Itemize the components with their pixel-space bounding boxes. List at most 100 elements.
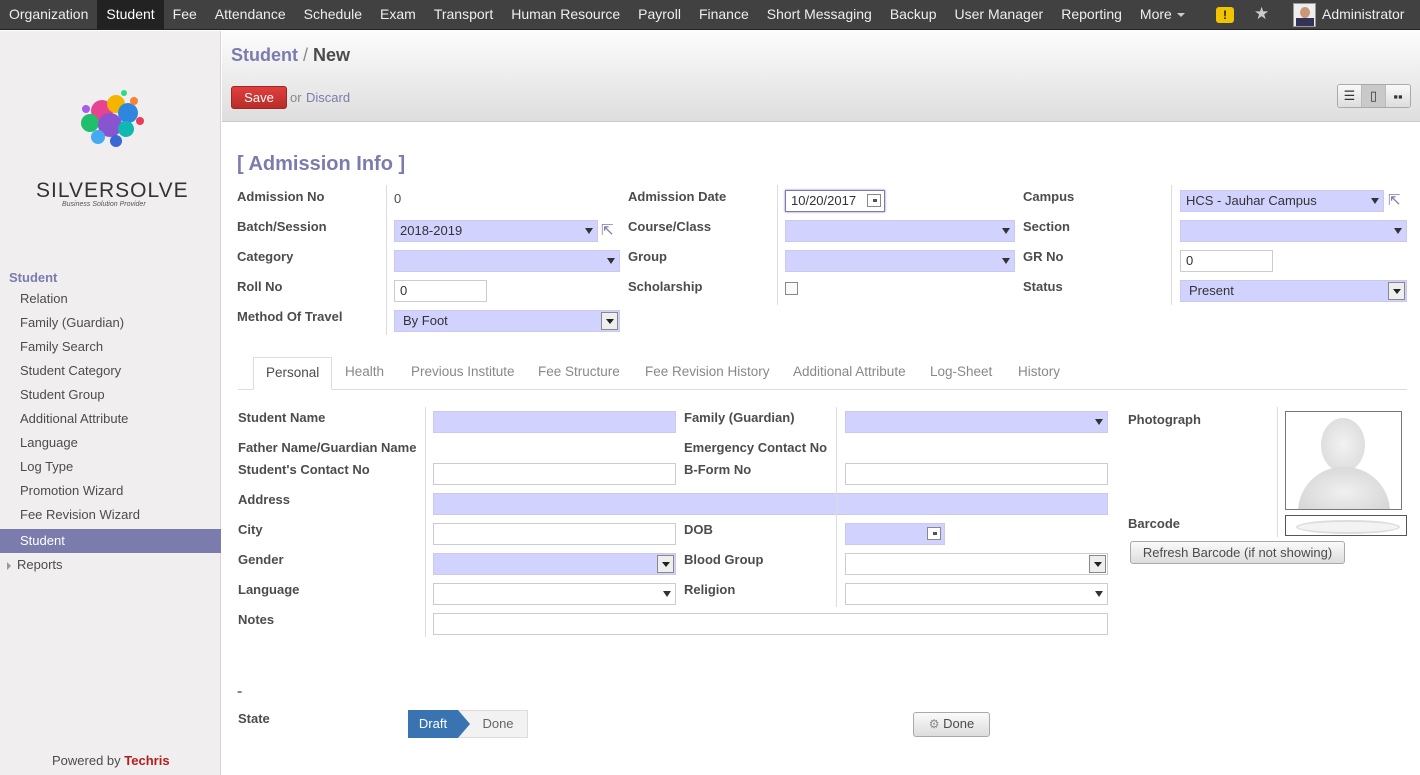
group-select[interactable]	[785, 250, 1015, 272]
sidebar-item-promotion-wizard[interactable]: Promotion Wizard	[0, 479, 221, 503]
discard-link[interactable]: Discard	[306, 90, 350, 105]
star-icon[interactable]: ★	[1254, 4, 1269, 24]
family-label: Family (Guardian)	[684, 410, 795, 425]
student-name-input[interactable]	[433, 411, 676, 433]
tab-log-sheet[interactable]: Log-Sheet	[918, 357, 1004, 390]
menu-more-label: More	[1139, 6, 1172, 22]
sidebar-item-reports[interactable]: Reports	[0, 553, 63, 577]
admission-date-input[interactable]: 10/20/2017	[785, 190, 885, 212]
refresh-barcode-button[interactable]: Refresh Barcode (if not showing)	[1130, 541, 1345, 564]
sidebar-item-family-search[interactable]: Family Search	[0, 335, 221, 359]
tab-health[interactable]: Health	[333, 357, 396, 390]
top-navbar: Organization Student Fee Attendance Sche…	[0, 0, 1420, 30]
scholarship-label: Scholarship	[628, 279, 703, 294]
category-label: Category	[237, 249, 294, 264]
menu-more[interactable]: More	[1131, 0, 1194, 30]
breadcrumb-separator: /	[303, 45, 309, 65]
sidebar-item-language[interactable]: Language	[0, 431, 221, 455]
tab-personal[interactable]: Personal	[253, 357, 333, 390]
avatar[interactable]	[1293, 3, 1316, 27]
menu-student[interactable]: Student	[97, 0, 164, 30]
column-divider	[386, 185, 387, 335]
save-button[interactable]: Save	[231, 86, 287, 109]
menu-backup[interactable]: Backup	[881, 0, 946, 30]
sidebar-item-student-group[interactable]: Student Group	[0, 383, 221, 407]
student-contact-input[interactable]	[433, 463, 676, 485]
dob-input[interactable]	[845, 523, 945, 545]
view-switcher: ☰ ▯ ▪▪	[1337, 84, 1411, 108]
done-button[interactable]: ⚙ Done	[913, 712, 990, 737]
powered-by-prefix: Powered by	[52, 753, 121, 768]
sidebar-item-log-type[interactable]: Log Type	[0, 455, 221, 479]
calendar-icon[interactable]	[867, 194, 881, 207]
chevron-down-icon	[1176, 13, 1185, 18]
tab-fee-revision-history[interactable]: Fee Revision History	[633, 357, 782, 390]
sidebar-item-additional-attribute[interactable]: Additional Attribute	[0, 407, 221, 431]
menu-organization[interactable]: Organization	[0, 0, 97, 30]
powered-by-brand[interactable]: Techris	[124, 753, 169, 768]
kanban-view-icon[interactable]: ▪▪	[1386, 85, 1410, 107]
blood-group-select[interactable]	[845, 553, 1108, 575]
status-select[interactable]: Present	[1180, 280, 1407, 302]
sidebar: SILVERSOLVE Business Solution Provider S…	[0, 31, 221, 775]
city-input[interactable]	[433, 523, 676, 545]
language-select[interactable]	[433, 583, 676, 605]
user-menu[interactable]: Administrator	[1322, 0, 1404, 29]
menu-short-messaging[interactable]: Short Messaging	[758, 0, 881, 30]
external-link-icon[interactable]: ⇱	[1388, 193, 1405, 208]
notes-input[interactable]	[433, 613, 1108, 635]
category-select[interactable]	[394, 250, 620, 272]
sidebar-item-student[interactable]: Student	[0, 529, 221, 553]
list-view-icon[interactable]: ☰	[1338, 85, 1362, 107]
course-select[interactable]	[785, 220, 1015, 242]
menu-attendance[interactable]: Attendance	[206, 0, 295, 30]
sidebar-item-student-category[interactable]: Student Category	[0, 359, 221, 383]
menu-reporting[interactable]: Reporting	[1052, 0, 1131, 30]
travel-select[interactable]: By Foot	[394, 310, 620, 332]
breadcrumb-parent[interactable]: Student	[231, 45, 298, 65]
form-view-icon[interactable]: ▯	[1362, 85, 1386, 107]
column-divider	[777, 185, 778, 305]
menu-payroll[interactable]: Payroll	[629, 0, 690, 30]
photograph-image[interactable]	[1285, 411, 1402, 510]
family-select[interactable]	[845, 411, 1108, 433]
chevron-down-icon	[1089, 555, 1106, 573]
scholarship-checkbox[interactable]	[785, 282, 798, 295]
tab-additional-attribute[interactable]: Additional Attribute	[781, 357, 918, 390]
menu-user-manager[interactable]: User Manager	[946, 0, 1053, 30]
address-input[interactable]	[433, 493, 1108, 515]
menu-schedule[interactable]: Schedule	[295, 0, 371, 30]
gender-select[interactable]	[433, 553, 676, 575]
sidebar-item-fee-revision-wizard[interactable]: Fee Revision Wizard	[0, 503, 221, 527]
chevron-down-icon	[1388, 282, 1405, 300]
emergency-contact-label: Emergency Contact No	[684, 440, 828, 455]
calendar-icon[interactable]	[927, 527, 941, 540]
or-text: or	[290, 90, 302, 105]
section-select[interactable]	[1180, 220, 1407, 242]
menu-fee[interactable]: Fee	[164, 0, 206, 30]
religion-select[interactable]	[845, 583, 1108, 605]
tab-fee-structure[interactable]: Fee Structure	[526, 357, 632, 390]
roll-no-input[interactable]: 0	[394, 280, 487, 302]
gr-no-input[interactable]: 0	[1180, 250, 1273, 272]
external-link-icon[interactable]: ⇱	[601, 223, 618, 238]
tab-history[interactable]: History	[1006, 357, 1072, 390]
batch-select[interactable]: 2018-2019	[394, 220, 598, 242]
menu-exam[interactable]: Exam	[371, 0, 425, 30]
notes-label: Notes	[238, 612, 275, 627]
sidebar-item-family-guardian[interactable]: Family (Guardian)	[0, 311, 221, 335]
bform-input[interactable]	[845, 463, 1108, 485]
menu-human-resource[interactable]: Human Resource	[502, 0, 629, 30]
status-label: Status	[1023, 279, 1063, 294]
travel-value: By Foot	[403, 313, 448, 328]
sidebar-item-relation[interactable]: Relation	[0, 287, 221, 311]
state-draft[interactable]: Draft	[408, 710, 470, 738]
warning-icon[interactable]: !	[1216, 7, 1234, 23]
admission-no-value: 0	[394, 191, 402, 206]
city-label: City	[238, 522, 263, 537]
tab-previous-institute[interactable]: Previous Institute	[399, 357, 527, 390]
menu-finance[interactable]: Finance	[690, 0, 758, 30]
gender-label: Gender	[238, 552, 284, 567]
campus-select[interactable]: HCS - Jauhar Campus	[1180, 190, 1384, 212]
menu-transport[interactable]: Transport	[425, 0, 502, 30]
